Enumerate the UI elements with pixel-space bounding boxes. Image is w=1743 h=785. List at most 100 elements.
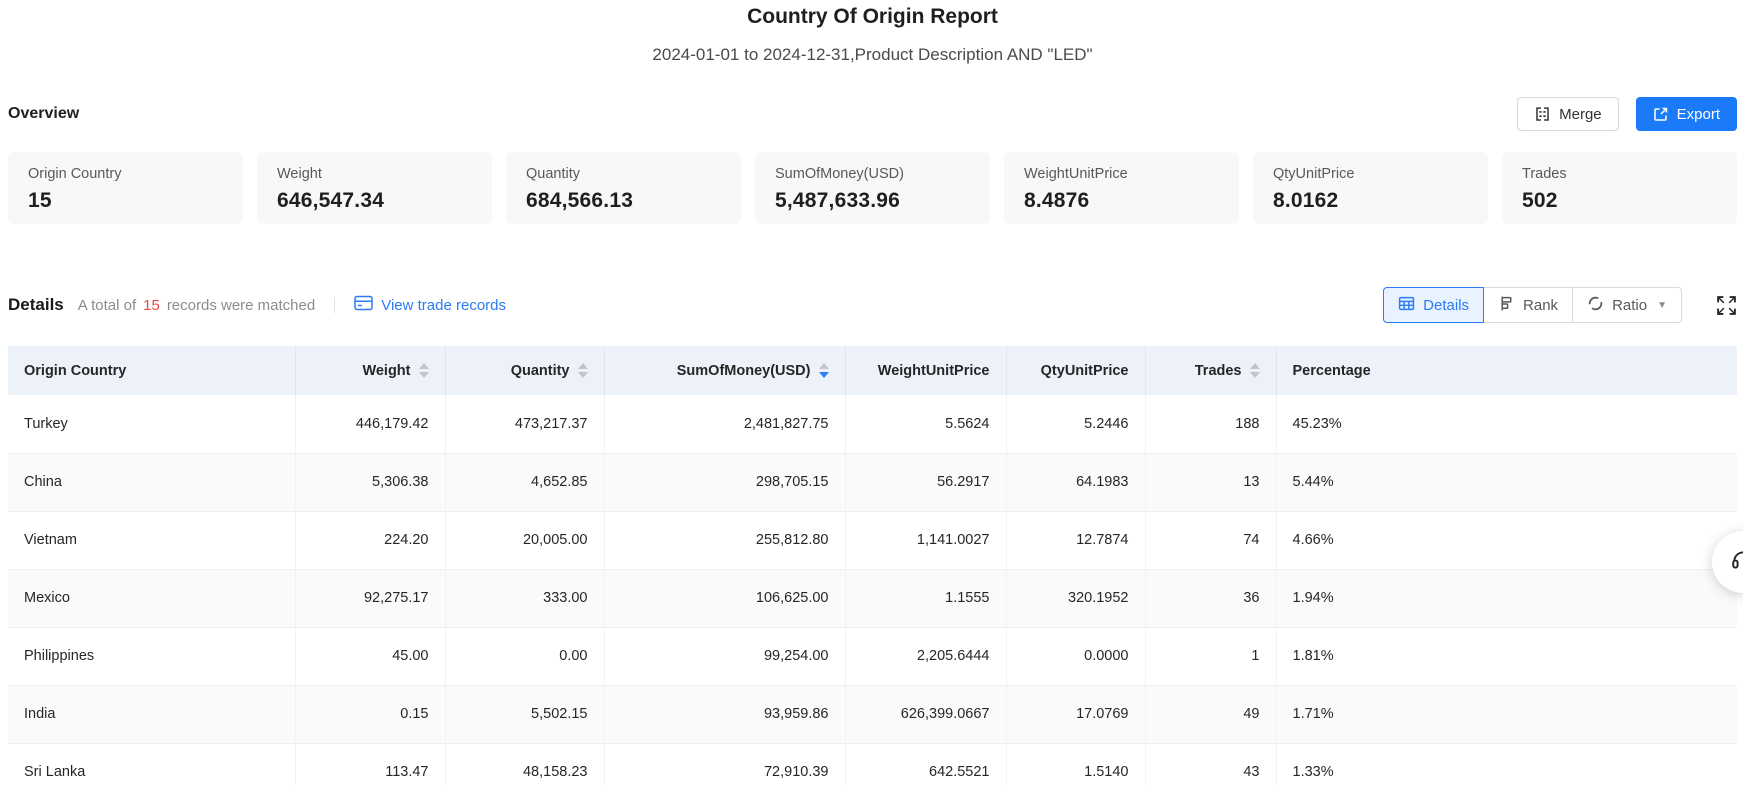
merge-button-label: Merge xyxy=(1559,106,1602,123)
cell-country: Vietnam xyxy=(8,511,295,569)
cell-quantity: 20,005.00 xyxy=(445,511,604,569)
table-grid-icon xyxy=(1398,295,1415,316)
ratio-circle-icon xyxy=(1587,295,1604,316)
col-label: Origin Country xyxy=(24,363,126,379)
export-button-label: Export xyxy=(1677,106,1720,123)
tab-ratio-label: Ratio xyxy=(1612,297,1647,314)
vertical-divider xyxy=(334,297,335,313)
merge-button[interactable]: Merge xyxy=(1517,97,1619,131)
cell-sum-of-money: 106,625.00 xyxy=(604,569,845,627)
stat-label: WeightUnitPrice xyxy=(1024,165,1219,183)
cell-trades: 49 xyxy=(1145,685,1276,743)
cell-country: Turkey xyxy=(8,395,295,453)
cell-country: China xyxy=(8,453,295,511)
stat-label: Origin Country xyxy=(28,165,223,183)
cell-percentage: 4.66% xyxy=(1276,511,1737,569)
table-row-india: India 0.15 5,502.15 93,959.86 626,399.06… xyxy=(8,685,1737,743)
table-row-vietnam: Vietnam 224.20 20,005.00 255,812.80 1,14… xyxy=(8,511,1737,569)
stat-label: SumOfMoney(USD) xyxy=(775,165,970,183)
view-trade-records-label: View trade records xyxy=(381,297,506,314)
stat-card-quantity: Quantity 684,566.13 xyxy=(506,152,741,224)
col-header-sum-of-money[interactable]: SumOfMoney(USD) xyxy=(604,346,845,395)
view-trade-records-link[interactable]: View trade records xyxy=(354,295,506,315)
cell-weight: 0.15 xyxy=(295,685,445,743)
stat-card-weight-unit-price: WeightUnitPrice 8.4876 xyxy=(1004,152,1239,224)
stat-card-trades: Trades 502 xyxy=(1502,152,1737,224)
cell-percentage: 1.81% xyxy=(1276,627,1737,685)
stat-value: 646,547.34 xyxy=(277,189,472,213)
stat-value: 5,487,633.96 xyxy=(775,189,970,213)
cell-weight: 5,306.38 xyxy=(295,453,445,511)
stat-value: 8.4876 xyxy=(1024,189,1219,213)
overview-bar: Overview Merge Export xyxy=(8,97,1737,131)
col-label: SumOfMoney(USD) xyxy=(677,363,811,379)
chevron-down-icon: ▼ xyxy=(1657,300,1667,311)
sort-icon[interactable] xyxy=(419,363,429,378)
stat-label: QtyUnitPrice xyxy=(1273,165,1468,183)
sort-icon[interactable] xyxy=(578,363,588,378)
sort-icon-active-desc[interactable] xyxy=(819,363,829,378)
trade-records-icon xyxy=(354,295,373,315)
stat-value: 15 xyxy=(28,189,223,213)
col-label: QtyUnitPrice xyxy=(1041,363,1129,379)
page-subtitle: 2024-01-01 to 2024-12-31,Product Descrip… xyxy=(8,44,1737,66)
cell-percentage: 1.33% xyxy=(1276,743,1737,785)
cell-weight-unit-price: 1.1555 xyxy=(845,569,1006,627)
cell-weight-unit-price: 2,205.6444 xyxy=(845,627,1006,685)
tab-details[interactable]: Details xyxy=(1383,287,1484,323)
tab-rank[interactable]: Rank xyxy=(1483,287,1573,323)
export-button[interactable]: Export xyxy=(1636,97,1737,131)
match-count: 15 xyxy=(143,297,160,314)
origin-country-table: Origin Country Weight Quantity xyxy=(8,346,1737,785)
stat-card-qty-unit-price: QtyUnitPrice 8.0162 xyxy=(1253,152,1488,224)
stat-value: 684,566.13 xyxy=(526,189,721,213)
col-header-weight[interactable]: Weight xyxy=(295,346,445,395)
cell-weight-unit-price: 5.5624 xyxy=(845,395,1006,453)
tab-ratio[interactable]: Ratio ▼ xyxy=(1572,287,1682,323)
view-mode-switcher: Details Rank Ratio xyxy=(1383,287,1682,323)
col-label: Percentage xyxy=(1293,363,1371,379)
fullscreen-expand-icon[interactable] xyxy=(1716,295,1737,316)
cell-country: Sri Lanka xyxy=(8,743,295,785)
stat-card-weight: Weight 646,547.34 xyxy=(257,152,492,224)
cell-qty-unit-price: 320.1952 xyxy=(1006,569,1145,627)
page-title: Country Of Origin Report xyxy=(8,4,1737,30)
cell-percentage: 1.94% xyxy=(1276,569,1737,627)
cell-weight: 45.00 xyxy=(295,627,445,685)
cell-qty-unit-price: 1.5140 xyxy=(1006,743,1145,785)
cell-qty-unit-price: 12.7874 xyxy=(1006,511,1145,569)
table-row-mexico: Mexico 92,275.17 333.00 106,625.00 1.155… xyxy=(8,569,1737,627)
cell-trades: 43 xyxy=(1145,743,1276,785)
match-prefix: A total of xyxy=(78,297,136,314)
cell-trades: 74 xyxy=(1145,511,1276,569)
col-label: WeightUnitPrice xyxy=(878,363,990,379)
stat-label: Quantity xyxy=(526,165,721,183)
sort-icon[interactable] xyxy=(1250,363,1260,378)
table-row-philippines: Philippines 45.00 0.00 99,254.00 2,205.6… xyxy=(8,627,1737,685)
col-header-quantity[interactable]: Quantity xyxy=(445,346,604,395)
cell-sum-of-money: 255,812.80 xyxy=(604,511,845,569)
stat-card-sum-of-money: SumOfMoney(USD) 5,487,633.96 xyxy=(755,152,990,224)
cell-sum-of-money: 298,705.15 xyxy=(604,453,845,511)
col-header-trades[interactable]: Trades xyxy=(1145,346,1276,395)
col-label: Trades xyxy=(1195,363,1242,379)
cell-weight-unit-price: 56.2917 xyxy=(845,453,1006,511)
cell-weight: 446,179.42 xyxy=(295,395,445,453)
cell-sum-of-money: 72,910.39 xyxy=(604,743,845,785)
match-summary: A total of 15 records were matched xyxy=(78,297,315,314)
cell-trades: 36 xyxy=(1145,569,1276,627)
cell-country: India xyxy=(8,685,295,743)
cell-quantity: 333.00 xyxy=(445,569,604,627)
details-bar: Details A total of 15 records were match… xyxy=(8,287,1737,323)
cell-weight-unit-price: 642.5521 xyxy=(845,743,1006,785)
merge-icon xyxy=(1534,106,1551,123)
tab-rank-label: Rank xyxy=(1523,297,1558,314)
cell-weight: 224.20 xyxy=(295,511,445,569)
cell-quantity: 473,217.37 xyxy=(445,395,604,453)
cell-qty-unit-price: 0.0000 xyxy=(1006,627,1145,685)
table-row-sri-lanka: Sri Lanka 113.47 48,158.23 72,910.39 642… xyxy=(8,743,1737,785)
cell-quantity: 5,502.15 xyxy=(445,685,604,743)
cell-weight: 92,275.17 xyxy=(295,569,445,627)
cell-quantity: 0.00 xyxy=(445,627,604,685)
cell-percentage: 45.23% xyxy=(1276,395,1737,453)
